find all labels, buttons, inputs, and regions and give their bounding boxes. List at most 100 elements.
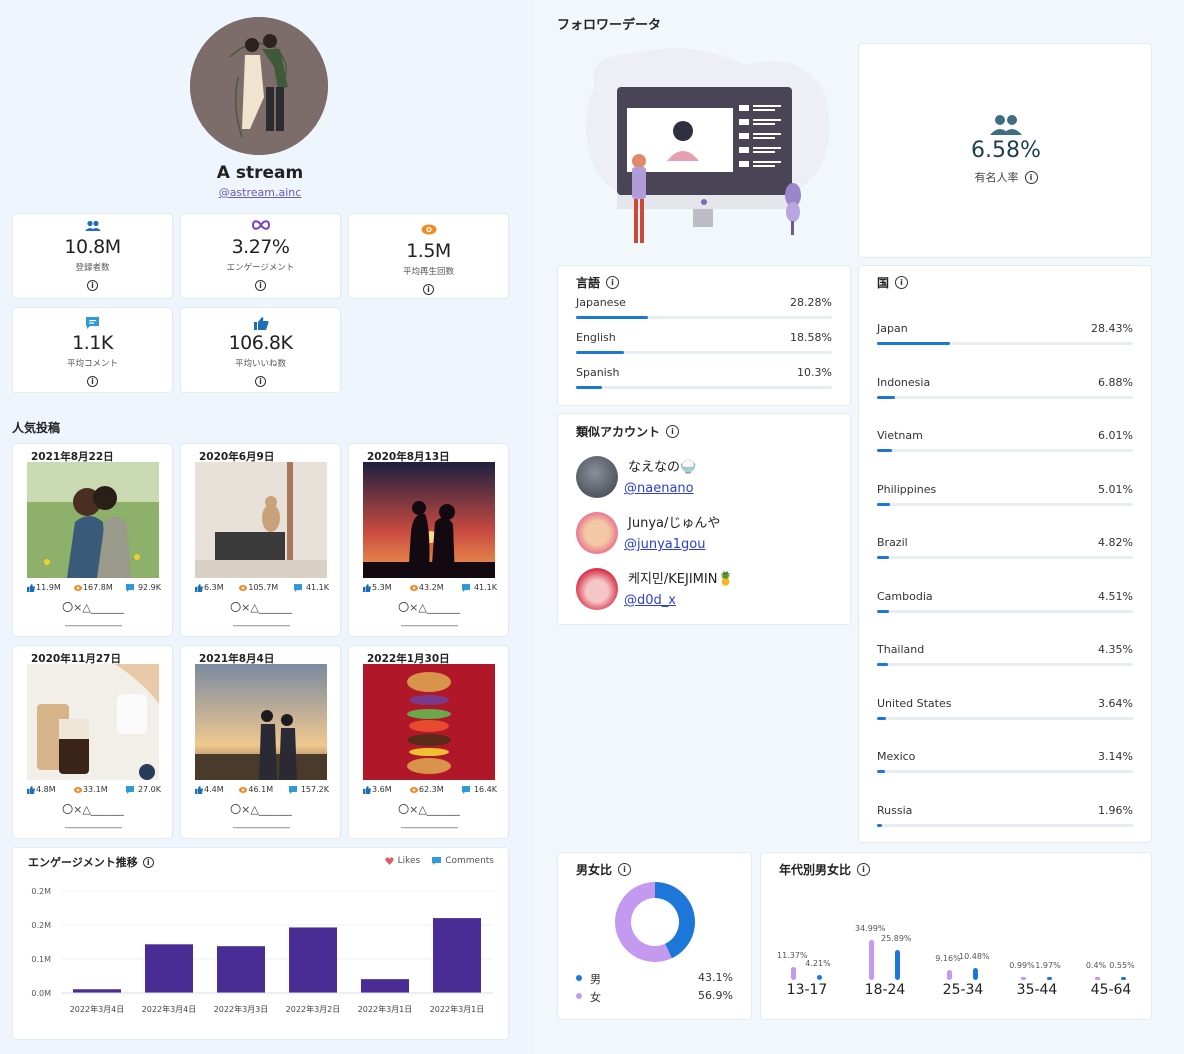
info-icon[interactable]: i	[618, 863, 632, 876]
country-row: Brazil 4.82%	[877, 536, 1133, 590]
post-views: 62.3M	[418, 785, 444, 794]
country-percent: 3.14%	[1098, 750, 1133, 763]
info-icon[interactable]: i	[87, 280, 98, 291]
post-card[interactable]: 2020年11月27日 4.8M 33.1M 27.0K 〇×△______ _…	[12, 645, 173, 839]
engagement-bar[interactable]	[361, 979, 409, 993]
post-views: 105.7M	[248, 583, 279, 592]
post-metrics: 5.3M 43.2M 41.1K	[363, 583, 497, 592]
engagement-bar[interactable]	[217, 946, 265, 993]
celebrity-card: 6.58% 有名人率 i	[858, 43, 1152, 258]
post-card[interactable]: 2022年1月30日 3.6M 62.3M 16.4K 〇×△______ __…	[348, 645, 509, 839]
post-image[interactable]	[27, 664, 159, 780]
account-name: なえなの🍚	[628, 460, 697, 475]
engagement-bar[interactable]	[73, 989, 121, 993]
country-bar-track	[877, 342, 1133, 345]
language-row: Japanese 28.28%	[576, 296, 832, 331]
gender-donut-chart	[615, 882, 695, 962]
stat-card-views: 1.5M 平均再生回数 i	[348, 213, 509, 299]
post-caption: 〇×△______	[398, 803, 460, 816]
info-icon[interactable]: i	[423, 284, 434, 295]
age-female-bar[interactable]	[791, 967, 796, 980]
age-card: 年代別男女比 i 11.37% 4.21% 13-17 34.99% 25.89…	[760, 852, 1152, 1020]
engagement-bar[interactable]	[145, 944, 193, 993]
eye-icon	[239, 786, 248, 793]
post-image[interactable]	[27, 462, 159, 578]
people-icon	[13, 220, 172, 234]
post-caption: 〇×△______	[62, 803, 124, 816]
info-icon[interactable]: i	[87, 376, 98, 387]
info-icon[interactable]: i	[255, 376, 266, 387]
age-male-label: 10.48%	[959, 952, 990, 962]
info-icon[interactable]: i	[1024, 170, 1038, 184]
post-likes: 11.9M	[36, 583, 61, 592]
engagement-bar[interactable]	[433, 918, 481, 993]
account-avatar	[576, 512, 618, 554]
post-caption: 〇×△______	[230, 803, 292, 816]
age-male-bar[interactable]	[1121, 977, 1126, 980]
country-bar-fill	[877, 556, 890, 559]
profile-handle[interactable]: @astream.ainc	[0, 186, 520, 199]
stat-label: 平均いいね数	[234, 359, 286, 369]
age-male-label: 25.89%	[881, 934, 912, 944]
thumbs-up-icon	[181, 316, 340, 330]
stat-card-likes: 106.8K 平均いいね数 i	[180, 307, 341, 393]
info-icon[interactable]: i	[666, 425, 680, 438]
gender-percent: 43.1%	[698, 971, 733, 984]
post-likes: 3.6M	[372, 785, 392, 794]
age-male-bar[interactable]	[817, 975, 822, 980]
account-avatar	[576, 568, 618, 610]
post-likes: 6.3M	[204, 583, 224, 592]
similar-account[interactable]: なえなの🍚 @naenano	[576, 456, 696, 498]
language-bar-track	[576, 386, 832, 389]
post-image[interactable]	[195, 664, 327, 780]
age-female-bar[interactable]	[947, 969, 952, 980]
post-card[interactable]: 2021年8月22日 11.9M 167.8M 92.9K 〇×△______ …	[12, 443, 173, 637]
language-percent: 28.28%	[790, 296, 832, 309]
post-image[interactable]	[363, 664, 495, 780]
similar-account[interactable]: 케지민/KEJIMIN🍍 @d0d_x	[576, 568, 734, 610]
post-card[interactable]: 2021年8月4日 4.4M 46.1M 157.2K 〇×△______ __…	[180, 645, 341, 839]
engagement-bar[interactable]	[289, 927, 337, 993]
gender-card: 男女比 i 男 43.1% 女 56.9%	[557, 852, 752, 1020]
age-range-label: 45-64	[1090, 982, 1132, 998]
age-female-bar[interactable]	[869, 940, 874, 980]
info-icon[interactable]: i	[255, 280, 266, 291]
x-tick-label: 2022年3月2日	[286, 1004, 341, 1014]
post-metrics: 11.9M 167.8M 92.9K	[27, 583, 161, 592]
language-bar-track	[576, 316, 832, 319]
country-card: 国 i Japan 28.43% Indonesia 6.88% Vietnam…	[858, 265, 1152, 843]
legend-dot	[576, 993, 582, 999]
account-handle[interactable]: @d0d_x	[624, 593, 734, 608]
age-female-bar[interactable]	[1021, 977, 1026, 980]
post-comments: 41.1K	[473, 583, 497, 592]
post-image[interactable]	[363, 462, 495, 578]
country-name: Cambodia	[877, 589, 933, 603]
post-card[interactable]: 2020年8月13日 5.3M 43.2M 41.1K 〇×△______ __…	[348, 443, 509, 637]
legend-dot	[576, 975, 582, 981]
country-row: United States 3.64%	[877, 697, 1133, 751]
post-caption: 〇×△______	[398, 601, 460, 614]
stat-label: エンゲージメント	[226, 263, 295, 273]
country-row: Indonesia 6.88%	[877, 376, 1133, 430]
similar-account[interactable]: Junya/じゅんや @junya1gou	[576, 512, 720, 554]
account-handle[interactable]: @junya1gou	[624, 537, 720, 552]
age-male-bar[interactable]	[895, 950, 900, 980]
post-card[interactable]: 2020年6月9日 6.3M 105.7M 41.1K 〇×△______ __…	[180, 443, 341, 637]
comment-icon	[288, 785, 297, 794]
stat-value: 1.5M	[406, 240, 451, 262]
country-bar-track	[877, 770, 1133, 773]
age-female-bar[interactable]	[1095, 977, 1100, 980]
post-caption-line: ______________	[401, 818, 458, 829]
info-icon[interactable]: i	[895, 276, 909, 289]
post-image[interactable]	[195, 462, 327, 578]
info-icon[interactable]: i	[606, 276, 620, 289]
country-row: Mexico 3.14%	[877, 750, 1133, 804]
stat-card-subscribers: 10.8M 登録者数 i	[12, 213, 173, 299]
age-male-bar[interactable]	[1047, 977, 1052, 980]
age-male-bar[interactable]	[973, 968, 978, 980]
country-bar-track	[877, 502, 1133, 506]
age-range-label: 35-44	[1016, 982, 1058, 998]
account-handle[interactable]: @naenano	[624, 481, 696, 496]
post-likes: 5.3M	[372, 583, 392, 592]
y-tick-label: 0.2M	[31, 887, 51, 896]
